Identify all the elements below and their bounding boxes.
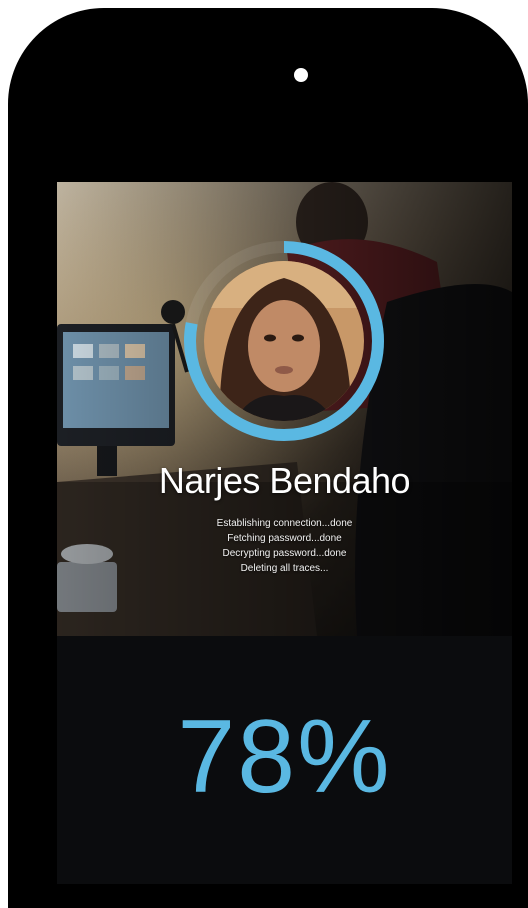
avatar-progress-ring [184, 241, 384, 441]
hero-background-photo: Narjes Bendaho Establishing connection..… [57, 182, 512, 636]
avatar [204, 261, 364, 421]
status-line: Fetching password...done [227, 533, 342, 544]
status-line: Establishing connection...done [216, 518, 353, 529]
phone-frame: Narjes Bendaho Establishing connection..… [8, 8, 528, 908]
status-line: Decrypting password...done [222, 548, 347, 559]
status-log: Establishing connection...done Fetching … [57, 516, 512, 576]
progress-percentage: 78% [177, 699, 392, 815]
camera-dot [294, 68, 308, 82]
status-line: Deleting all traces... [240, 563, 329, 574]
profile-name: Narjes Bendaho [158, 460, 411, 501]
phone-screen: Narjes Bendaho Establishing connection..… [57, 182, 512, 884]
